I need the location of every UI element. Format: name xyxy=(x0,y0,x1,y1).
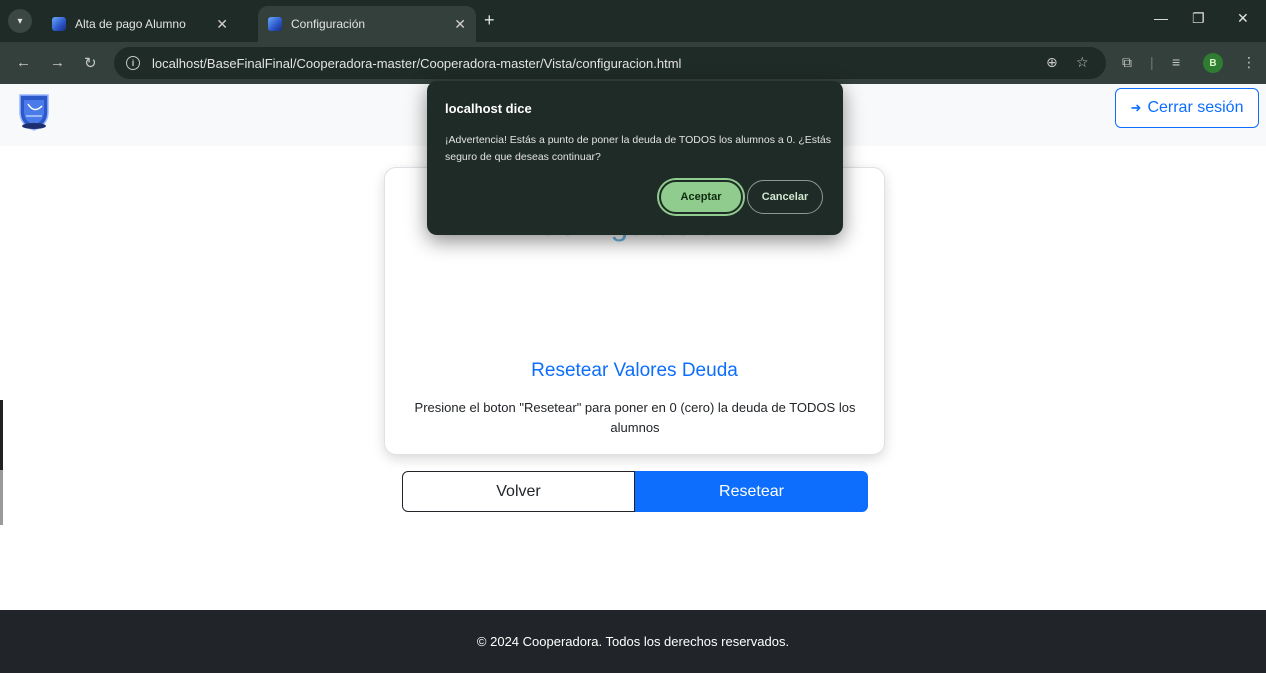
sign-out-icon: ➜ xyxy=(1130,100,1142,115)
browser-toolbar: ← → ↻ i localhost/BaseFinalFinal/Coopera… xyxy=(0,42,1266,84)
tab-title: Alta de pago Alumno xyxy=(75,17,186,31)
tab-configuracion[interactable]: Configuración ✕ xyxy=(258,6,476,42)
tab-title: Configuración xyxy=(291,17,366,31)
cancel-button[interactable]: Cancelar xyxy=(747,180,823,214)
new-tab-plus-icon[interactable]: + xyxy=(484,10,495,31)
close-icon[interactable]: ✕ xyxy=(216,16,228,33)
window-close-icon[interactable]: ✕ xyxy=(1237,10,1249,27)
media-queue-icon[interactable]: ≡ xyxy=(1172,54,1180,70)
close-icon[interactable]: ✕ xyxy=(454,16,466,33)
toolbar-divider: | xyxy=(1150,54,1154,70)
dialog-title: localhost dice xyxy=(445,101,532,116)
puzzle-icon[interactable]: ⧉ xyxy=(1122,54,1132,71)
section-title: Resetear Valores Deuda xyxy=(531,360,738,381)
reload-icon[interactable]: ↻ xyxy=(84,54,97,72)
kebab-menu-icon[interactable]: ⋮ xyxy=(1242,54,1256,71)
browser-tab-strip: ▾ Alta de pago Alumno ✕ Configuración ✕ … xyxy=(0,0,1266,42)
profile-avatar[interactable]: B xyxy=(1203,53,1223,73)
zoom-icon[interactable]: ⊕ xyxy=(1046,54,1058,71)
logout-label: Cerrar sesión xyxy=(1147,99,1244,116)
confirm-dialog: localhost dice ¡Advertencia! Estás a pun… xyxy=(427,81,843,235)
tab-search-chevron-down-icon[interactable]: ▾ xyxy=(8,9,32,33)
star-icon[interactable]: ☆ xyxy=(1076,54,1089,71)
favicon-icon xyxy=(52,17,66,31)
favicon-icon xyxy=(268,17,282,31)
info-icon[interactable]: i xyxy=(126,56,140,70)
footer-copyright: © 2024 Cooperadora. Todos los derechos r… xyxy=(476,634,790,649)
edge-artifact xyxy=(0,400,3,470)
cooperadora-logo-icon xyxy=(19,94,49,131)
tab-alta-de-pago[interactable]: Alta de pago Alumno ✕ xyxy=(42,6,238,42)
page-footer: © 2024 Cooperadora. Todos los derechos r… xyxy=(0,610,1266,673)
arrow-right-icon[interactable]: → xyxy=(50,54,65,71)
button-group: Volver Resetear xyxy=(402,471,868,512)
minimize-icon[interactable]: — xyxy=(1154,10,1168,26)
dialog-message: ¡Advertencia! Estás a punto de poner la … xyxy=(445,134,831,163)
accept-button[interactable]: Aceptar xyxy=(659,180,743,214)
restore-icon[interactable]: ❐ xyxy=(1192,10,1205,27)
reset-description: Presione el boton "Resetear" para poner … xyxy=(414,400,856,435)
back-button[interactable]: Volver xyxy=(402,471,635,512)
edge-artifact xyxy=(0,470,3,525)
url-text: localhost/BaseFinalFinal/Cooperadora-mas… xyxy=(152,55,682,71)
arrow-left-icon[interactable]: ← xyxy=(16,54,31,71)
logout-button[interactable]: ➜ Cerrar sesión xyxy=(1115,88,1259,128)
reset-button[interactable]: Resetear xyxy=(635,471,868,512)
address-bar[interactable]: i localhost/BaseFinalFinal/Cooperadora-m… xyxy=(114,47,1106,79)
